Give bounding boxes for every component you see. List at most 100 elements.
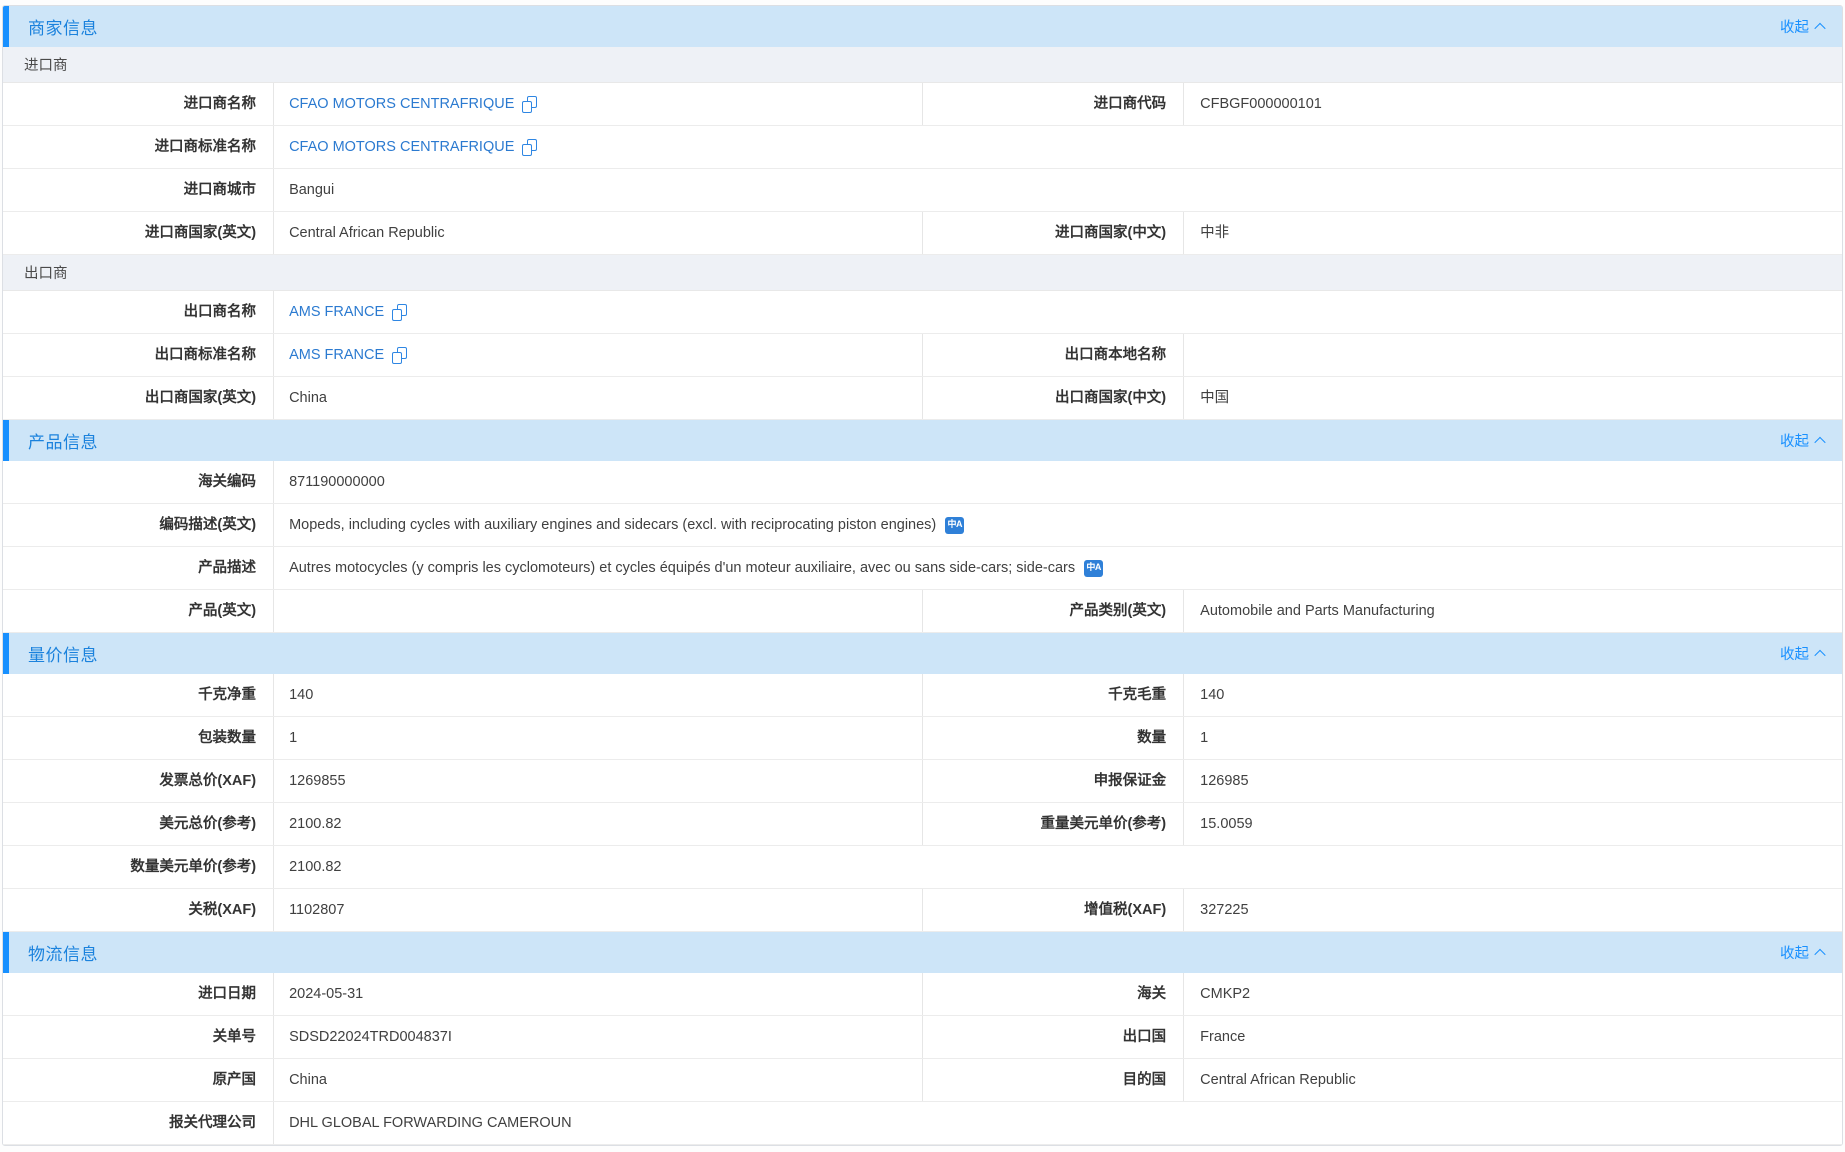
section-title-price: 量价信息	[28, 641, 1780, 666]
field-value: Central African Republic	[274, 212, 923, 254]
exporter-name-link[interactable]: AMS FRANCE	[289, 303, 384, 322]
importer-name-link[interactable]: CFAO MOTORS CENTRAFRIQUE	[289, 95, 514, 114]
chevron-up-icon	[1814, 22, 1825, 33]
field-value: China	[274, 1059, 923, 1101]
row-exporter-name: 出口商名称 AMS FRANCE	[3, 291, 1842, 334]
field-value: 2100.82	[274, 803, 923, 845]
field-value: DHL GLOBAL FORWARDING CAMEROUN	[274, 1102, 1842, 1144]
collapse-label: 收起	[1780, 942, 1809, 963]
field-label: 报关代理公司	[3, 1102, 274, 1144]
exporter-std-name-link[interactable]: AMS FRANCE	[289, 346, 384, 365]
field-value: 中非	[1184, 212, 1842, 254]
collapse-button-merchant[interactable]: 收起	[1780, 16, 1824, 37]
chevron-up-icon	[1814, 436, 1825, 447]
field-label: 进口商名称	[3, 83, 274, 125]
section-header-price: 量价信息 收起	[3, 633, 1842, 674]
row-importer-std-name: 进口商标准名称 CFAO MOTORS CENTRAFRIQUE	[3, 126, 1842, 169]
field-value: 126985	[1184, 760, 1842, 802]
field-label: 出口商名称	[3, 291, 274, 333]
field-label: 进口商国家(英文)	[3, 212, 274, 254]
collapse-label: 收起	[1780, 643, 1809, 664]
trade-record-card: 商家信息 收起 进口商 进口商名称 CFAO MOTORS CENTRAFRIQ…	[2, 5, 1843, 1146]
row-origin-country: 原产国 China 目的国 Central African Republic	[3, 1059, 1842, 1102]
field-value: CMKP2	[1184, 973, 1842, 1015]
field-label: 美元总价(参考)	[3, 803, 274, 845]
field-value: 1269855	[274, 760, 923, 802]
field-value: CFBGF000000101	[1184, 83, 1842, 125]
copy-icon[interactable]	[392, 347, 407, 364]
field-label: 海关	[923, 973, 1184, 1015]
field-label: 进口商城市	[3, 169, 274, 211]
row-product-en: 产品(英文) 产品类别(英文) Automobile and Parts Man…	[3, 590, 1842, 633]
field-value	[274, 590, 923, 632]
field-label: 出口商国家(英文)	[3, 377, 274, 419]
field-value: 140	[1184, 674, 1842, 716]
field-label: 出口商标准名称	[3, 334, 274, 376]
field-value: China	[274, 377, 923, 419]
product-description-text: Autres motocycles (y compris les cyclomo…	[289, 559, 1075, 578]
field-label: 进口商代码	[923, 83, 1184, 125]
collapse-button-product[interactable]: 收起	[1780, 430, 1824, 451]
field-label: 进口商国家(中文)	[923, 212, 1184, 254]
field-label: 出口商国家(中文)	[923, 377, 1184, 419]
field-value: 1	[274, 717, 923, 759]
field-value: 327225	[1184, 889, 1842, 931]
field-label: 目的国	[923, 1059, 1184, 1101]
field-label: 编码描述(英文)	[3, 504, 274, 546]
field-value: Central African Republic	[1184, 1059, 1842, 1101]
section-title-product: 产品信息	[28, 428, 1780, 453]
collapse-button-price[interactable]: 收起	[1780, 643, 1824, 664]
translate-icon[interactable]: 中A	[1084, 560, 1103, 577]
row-import-date: 进口日期 2024-05-31 海关 CMKP2	[3, 973, 1842, 1016]
field-value: Mopeds, including cycles with auxiliary …	[274, 504, 1842, 546]
field-label: 数量	[923, 717, 1184, 759]
field-label: 发票总价(XAF)	[3, 760, 274, 802]
row-product-description: 产品描述 Autres motocycles (y compris les cy…	[3, 547, 1842, 590]
field-value: 15.0059	[1184, 803, 1842, 845]
field-label: 关税(XAF)	[3, 889, 274, 931]
field-label: 数量美元单价(参考)	[3, 846, 274, 888]
field-value: Automobile and Parts Manufacturing	[1184, 590, 1842, 632]
hs-description-text: Mopeds, including cycles with auxiliary …	[289, 516, 936, 535]
translate-icon[interactable]: 中A	[945, 517, 964, 534]
copy-icon[interactable]	[522, 96, 537, 113]
field-label: 海关编码	[3, 461, 274, 503]
field-label: 申报保证金	[923, 760, 1184, 802]
field-label: 千克毛重	[923, 674, 1184, 716]
row-hs-code: 海关编码 871190000000	[3, 461, 1842, 504]
field-value: 2100.82	[274, 846, 1842, 888]
copy-icon[interactable]	[392, 304, 407, 321]
importer-std-name-link[interactable]: CFAO MOTORS CENTRAFRIQUE	[289, 138, 514, 157]
field-value: CFAO MOTORS CENTRAFRIQUE	[274, 83, 923, 125]
field-value	[1184, 334, 1842, 376]
field-label: 原产国	[3, 1059, 274, 1101]
collapse-button-logistics[interactable]: 收起	[1780, 942, 1824, 963]
field-value: 中国	[1184, 377, 1842, 419]
row-importer-country: 进口商国家(英文) Central African Republic 进口商国家…	[3, 212, 1842, 255]
field-value: Bangui	[274, 169, 1842, 211]
section-header-logistics: 物流信息 收起	[3, 932, 1842, 973]
field-label: 产品(英文)	[3, 590, 274, 632]
field-value: CFAO MOTORS CENTRAFRIQUE	[274, 126, 1842, 168]
field-value: 871190000000	[274, 461, 1842, 503]
row-usd-total: 美元总价(参考) 2100.82 重量美元单价(参考) 15.0059	[3, 803, 1842, 846]
row-exporter-std-name: 出口商标准名称 AMS FRANCE 出口商本地名称	[3, 334, 1842, 377]
field-label: 增值税(XAF)	[923, 889, 1184, 931]
field-value: 140	[274, 674, 923, 716]
row-importer-city: 进口商城市 Bangui	[3, 169, 1842, 212]
chevron-up-icon	[1814, 649, 1825, 660]
copy-icon[interactable]	[522, 139, 537, 156]
field-label: 产品类别(英文)	[923, 590, 1184, 632]
collapse-label: 收起	[1780, 16, 1809, 37]
chevron-up-icon	[1814, 948, 1825, 959]
row-usd-unit-qty: 数量美元单价(参考) 2100.82	[3, 846, 1842, 889]
field-value: 1	[1184, 717, 1842, 759]
section-title-logistics: 物流信息	[28, 940, 1780, 965]
field-label: 千克净重	[3, 674, 274, 716]
field-label: 进口日期	[3, 973, 274, 1015]
field-value: SDSD22024TRD004837I	[274, 1016, 923, 1058]
row-importer-name: 进口商名称 CFAO MOTORS CENTRAFRIQUE 进口商代码 CFB…	[3, 83, 1842, 126]
section-header-merchant: 商家信息 收起	[3, 6, 1842, 47]
field-label: 重量美元单价(参考)	[923, 803, 1184, 845]
field-label: 包装数量	[3, 717, 274, 759]
